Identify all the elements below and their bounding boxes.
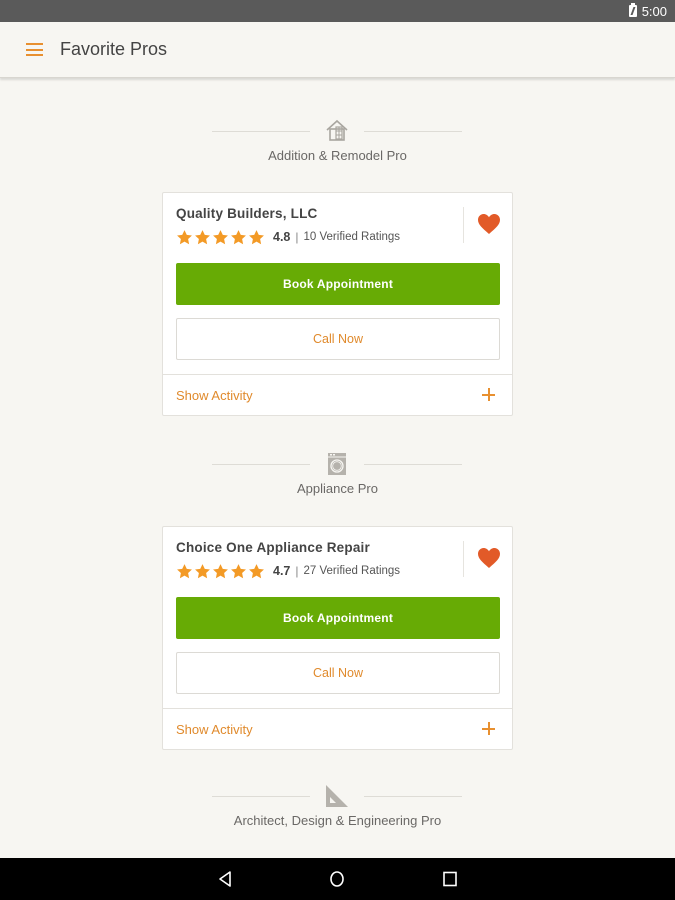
pro-card: Choice One Appliance Repair 4.7 | 27 Ver… (162, 526, 513, 750)
status-time: 5:00 (641, 4, 667, 19)
rating-separator: | (295, 564, 299, 578)
star-icon (231, 229, 246, 244)
divider (463, 207, 464, 243)
show-activity-label: Show Activity (176, 388, 253, 403)
plus-icon[interactable] (482, 722, 495, 735)
call-now-button[interactable]: Call Now (176, 318, 500, 360)
heart-favorite-icon[interactable] (477, 547, 501, 569)
call-now-button[interactable]: Call Now (176, 652, 500, 694)
star-icon (195, 563, 210, 578)
pro-name[interactable]: Quality Builders, LLC (176, 206, 317, 221)
show-activity-toggle[interactable]: Show Activity (163, 375, 512, 415)
category-label: Addition & Remodel Pro (268, 148, 407, 163)
divider (364, 796, 462, 797)
house-icon (326, 119, 348, 141)
system-nav-bar (0, 858, 675, 900)
book-appointment-button[interactable]: Book Appointment (176, 597, 500, 639)
pro-name[interactable]: Choice One Appliance Repair (176, 540, 370, 555)
star-icon (213, 563, 228, 578)
book-appointment-button[interactable]: Book Appointment (176, 263, 500, 305)
section-header-appliance: Appliance Pro (0, 453, 675, 505)
rating-score: 4.7 (273, 564, 291, 578)
star-icon (195, 229, 210, 244)
star-icon (177, 229, 192, 244)
back-icon[interactable] (216, 869, 236, 889)
divider (364, 464, 462, 465)
show-activity-toggle[interactable]: Show Activity (163, 709, 512, 749)
rating-row: 4.8 | 10 Verified Ratings (176, 228, 400, 246)
star-icon (231, 563, 246, 578)
star-icon (213, 229, 228, 244)
app-bar: Favorite Pros (0, 22, 675, 78)
ratings-count: 27 Verified Ratings (303, 565, 401, 577)
hamburger-menu-icon[interactable] (26, 43, 43, 56)
washing-machine-icon (328, 453, 346, 475)
ratings-count: 10 Verified Ratings (303, 231, 401, 243)
recents-icon[interactable] (440, 869, 460, 889)
divider (212, 464, 310, 465)
rating-separator: | (295, 230, 299, 244)
rating-score: 4.8 (273, 230, 291, 244)
show-activity-label: Show Activity (176, 722, 253, 737)
category-label: Appliance Pro (297, 481, 378, 496)
page-title: Favorite Pros (60, 39, 168, 59)
star-icon (249, 563, 264, 578)
category-label: Architect, Design & Engineering Pro (233, 813, 442, 828)
section-header-addition-remodel: Addition & Remodel Pro (0, 119, 675, 172)
star-rating (176, 563, 265, 580)
section-header-architect: Architect, Design & Engineering Pro (0, 785, 675, 837)
battery-charging-icon (629, 3, 637, 17)
home-icon[interactable] (327, 869, 347, 889)
star-icon (249, 229, 264, 244)
set-square-icon (326, 785, 348, 807)
divider (212, 796, 310, 797)
rating-row: 4.7 | 27 Verified Ratings (176, 562, 400, 580)
star-rating (176, 229, 265, 246)
pro-card: Quality Builders, LLC 4.8 | 10 Verified … (162, 192, 513, 416)
divider (463, 541, 464, 577)
star-icon (177, 563, 192, 578)
heart-favorite-icon[interactable] (477, 213, 501, 235)
status-bar: 5:00 (0, 0, 675, 22)
divider (212, 131, 310, 132)
plus-icon[interactable] (482, 388, 495, 401)
divider (364, 131, 462, 132)
